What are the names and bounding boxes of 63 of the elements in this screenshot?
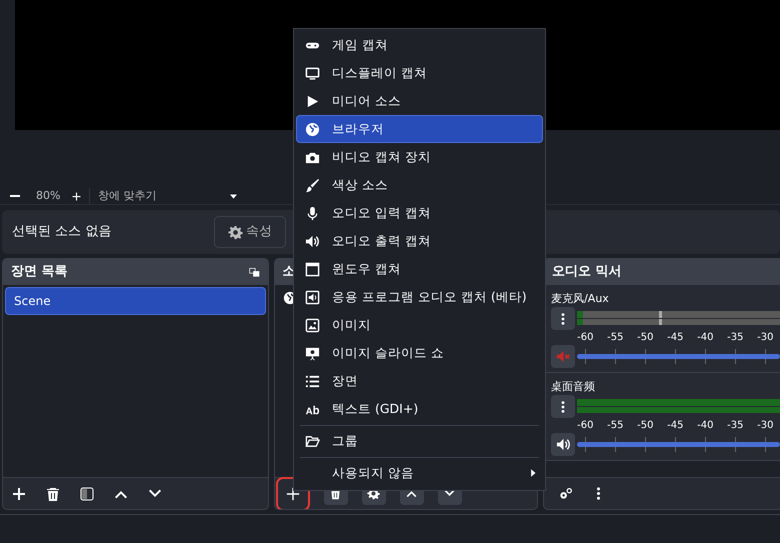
scale-label: -55 bbox=[607, 419, 624, 433]
scale-label: -40 bbox=[697, 419, 714, 433]
menu-item[interactable]: 색상 소스 bbox=[296, 171, 543, 199]
scale-label: -45 bbox=[667, 419, 684, 433]
scale-label: -60 bbox=[577, 419, 594, 433]
submenu-arrow-icon bbox=[528, 467, 538, 479]
dock-title: 오디오 믹서 bbox=[552, 263, 622, 282]
menu-item[interactable]: 응용 프로그램 오디오 캡처 (베타) bbox=[296, 283, 543, 311]
fit-mode-select[interactable]: 창에 맞추기 bbox=[98, 188, 218, 204]
add-icon[interactable] bbox=[11, 486, 27, 502]
channel-menu-button[interactable] bbox=[551, 395, 576, 418]
list-icon bbox=[304, 374, 320, 388]
menu-item[interactable]: 오디오 입력 캡쳐 bbox=[296, 199, 543, 227]
scale-label: -55 bbox=[607, 331, 624, 345]
scale-label: -45 bbox=[667, 331, 684, 345]
slideshow-icon bbox=[304, 346, 320, 360]
channel-name: 桌面音频 bbox=[551, 379, 596, 395]
scene-item[interactable]: Scene bbox=[5, 287, 266, 315]
gear-icon bbox=[228, 224, 243, 240]
zoom-in-button[interactable] bbox=[72, 192, 81, 200]
globe-icon bbox=[304, 122, 320, 136]
menu-item[interactable]: 게임 캡쳐 bbox=[296, 31, 543, 59]
menu-item[interactable]: 그룹 bbox=[296, 427, 543, 455]
menu-item[interactable]: 윈도우 캡쳐 bbox=[296, 255, 543, 283]
channel-name: 麦克风/Aux bbox=[551, 291, 610, 307]
menu-item[interactable]: 비디오 캡쳐 장치 bbox=[296, 143, 543, 171]
speaker-icon bbox=[556, 437, 571, 452]
dock-title: 장면 목록 bbox=[11, 263, 68, 282]
folder-icon bbox=[304, 434, 320, 448]
speaker-icon bbox=[304, 234, 320, 248]
menu-item[interactable]: 미디어 소스 bbox=[296, 87, 543, 115]
brush-icon bbox=[304, 178, 320, 192]
muted-speaker-icon bbox=[556, 349, 571, 364]
scale-label: -60 bbox=[577, 331, 594, 345]
menu-item[interactable]: 텍스트 (GDI+) bbox=[296, 395, 543, 423]
gears-icon[interactable] bbox=[558, 486, 574, 501]
scale-label: -30 bbox=[757, 331, 774, 345]
no-source-label: 선택된 소스 없음 bbox=[12, 223, 112, 242]
image-icon bbox=[304, 318, 320, 332]
menu-item[interactable]: 브라우저 bbox=[296, 115, 543, 143]
scale-label: -40 bbox=[697, 331, 714, 345]
window-icon bbox=[304, 262, 320, 276]
microphone-icon bbox=[304, 206, 320, 220]
channel-menu-button[interactable] bbox=[551, 307, 576, 330]
app-audio-icon bbox=[304, 290, 320, 304]
menu-item[interactable]: 오디오 출력 캡쳐 bbox=[296, 227, 543, 255]
trash-icon[interactable] bbox=[45, 486, 61, 502]
menu-item[interactable]: 이미지 슬라이드 쇼 bbox=[296, 339, 543, 367]
scale-label: -35 bbox=[727, 331, 744, 345]
menu-item[interactable]: 사용되지 않음 bbox=[296, 459, 543, 487]
scale-label: -50 bbox=[637, 331, 654, 345]
scale-label: -50 bbox=[637, 419, 654, 433]
mute-button[interactable] bbox=[551, 433, 576, 456]
menu-item[interactable]: 디스플레이 캡쳐 bbox=[296, 59, 543, 87]
scale-label: -30 bbox=[757, 419, 774, 433]
scale-label: -35 bbox=[727, 419, 744, 433]
menu-item[interactable]: 장면 bbox=[296, 367, 543, 395]
properties-button[interactable]: 속성 bbox=[214, 216, 286, 248]
menu-item[interactable]: 이미지 bbox=[296, 311, 543, 339]
monitor-icon bbox=[304, 66, 320, 80]
filter-icon[interactable] bbox=[79, 486, 95, 502]
float-icon[interactable] bbox=[248, 266, 260, 278]
zoom-level: 80% bbox=[36, 188, 62, 204]
